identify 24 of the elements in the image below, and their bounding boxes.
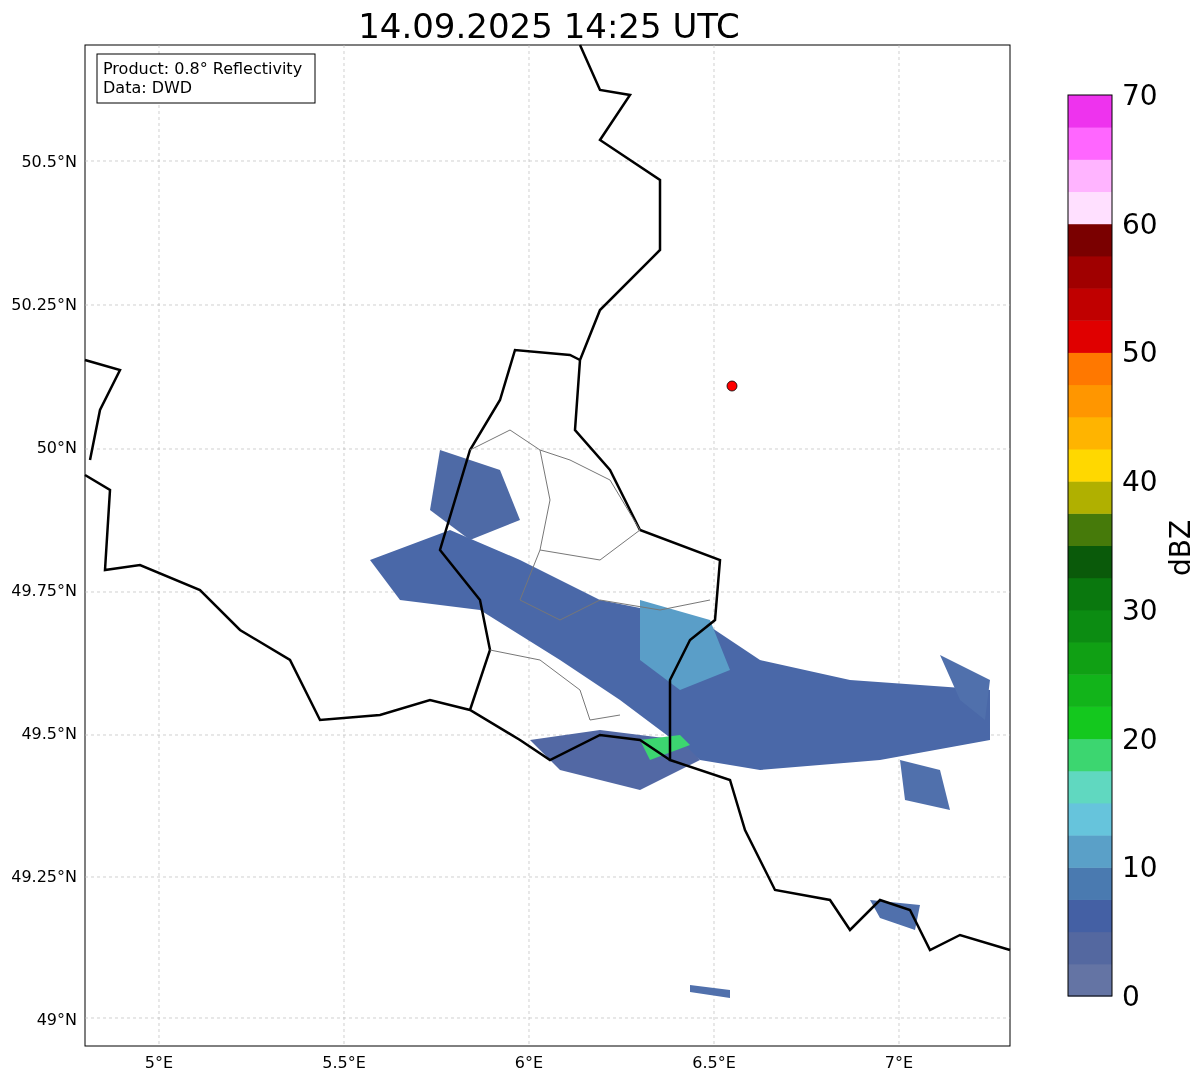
colorbar-tick-label: 70 bbox=[1122, 79, 1158, 112]
y-tick-label: 49.75°N bbox=[11, 581, 77, 600]
x-tick-label: 7°E bbox=[884, 1053, 914, 1072]
x-tick-label: 5.5°E bbox=[322, 1053, 366, 1072]
colorbar-label: dBZ bbox=[1164, 519, 1197, 577]
colorbar-tick-label: 50 bbox=[1122, 336, 1158, 370]
x-tick-label: 6.5°E bbox=[692, 1053, 736, 1072]
y-tick-label: 49.5°N bbox=[21, 724, 77, 743]
x-tick-label: 5°E bbox=[144, 1053, 174, 1072]
colorbar-tick-label: 0 bbox=[1122, 980, 1140, 1013]
y-tick-label: 49°N bbox=[36, 1010, 77, 1029]
chart-title: 14.09.2025 14:25 UTC bbox=[358, 6, 740, 46]
colorbar-tick-label: 10 bbox=[1122, 851, 1158, 885]
colorbar-tick-label: 20 bbox=[1122, 722, 1158, 756]
colorbar-tick-label: 60 bbox=[1122, 207, 1158, 241]
info-text: Data: DWD bbox=[103, 78, 193, 97]
y-tick-label: 49.25°N bbox=[11, 867, 77, 886]
info-text: Product: 0.8° Reflectivity bbox=[103, 59, 303, 78]
colorbar-tick-label: 40 bbox=[1122, 465, 1158, 499]
y-tick-label: 50.5°N bbox=[21, 152, 77, 171]
y-tick-label: 50.25°N bbox=[11, 295, 77, 314]
x-tick-label: 6°E bbox=[514, 1053, 544, 1072]
y-tick-label: 50°N bbox=[36, 438, 77, 457]
colorbar-tick-label: 30 bbox=[1122, 593, 1158, 627]
